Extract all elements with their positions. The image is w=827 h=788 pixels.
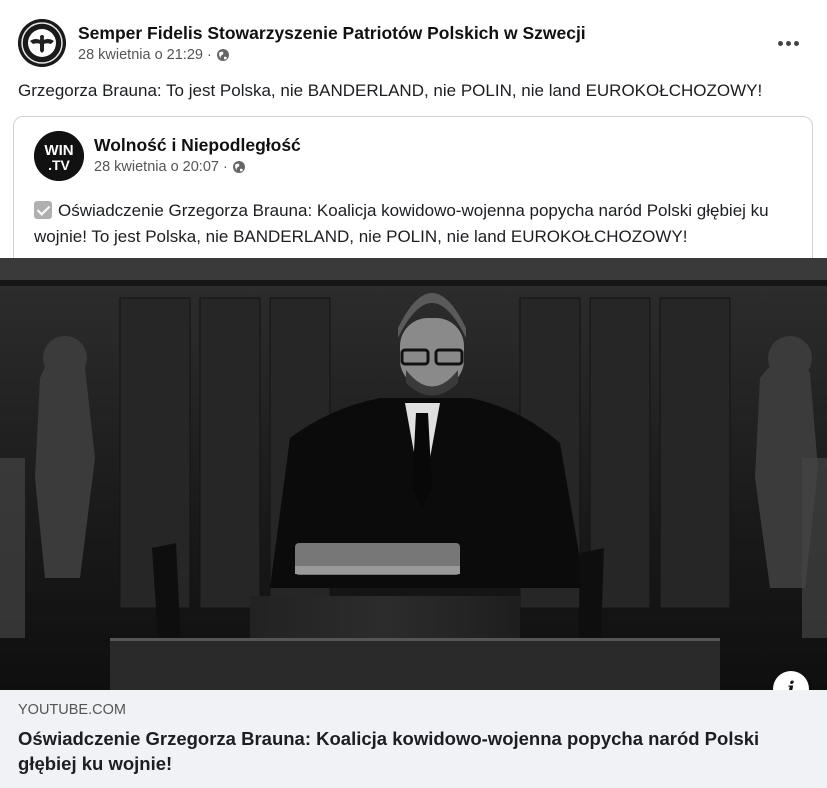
globe-icon — [232, 161, 245, 173]
post-meta: 28 kwietnia o 21:29 · — [78, 47, 230, 63]
meta-separator: · — [222, 159, 228, 175]
more-options-button[interactable] — [770, 31, 806, 55]
shared-post-timestamp[interactable]: 28 kwietnia o 20:07 — [94, 159, 219, 175]
shared-post-body: Oświadczenie Grzegorza Brauna: Koalicja … — [34, 201, 769, 246]
globe-icon — [216, 49, 229, 61]
link-domain: YOUTUBE.COM — [18, 702, 126, 718]
checkmark-box-icon — [34, 201, 52, 219]
shared-post-text: Oświadczenie Grzegorza Brauna: Koalicja … — [34, 198, 804, 250]
page-avatar[interactable] — [18, 19, 66, 67]
post-text: Grzegorza Brauna: To jest Polska, nie BA… — [18, 81, 763, 100]
link-preview-footer[interactable]: YOUTUBE.COM Oświadczenie Grzegorza Braun… — [0, 690, 827, 788]
eagle-emblem-icon — [18, 19, 66, 67]
post-header: Semper Fidelis Stowarzyszenie Patriotów … — [18, 19, 808, 69]
facebook-post-card: Semper Fidelis Stowarzyszenie Patriotów … — [0, 0, 827, 788]
more-dot — [785, 40, 791, 46]
video-thumbnail[interactable] — [0, 258, 827, 690]
shared-page-avatar[interactable]: WIN .TV — [34, 131, 84, 181]
win-tv-logo-icon: WIN .TV — [34, 131, 84, 181]
more-dot — [777, 40, 783, 46]
video-thumbnail-image — [0, 258, 827, 690]
page-name[interactable]: Semper Fidelis Stowarzyszenie Patriotów … — [78, 23, 586, 44]
link-title[interactable]: Oświadczenie Grzegorza Brauna: Koalicja … — [18, 726, 798, 776]
meta-separator: · — [206, 47, 212, 63]
avatar-text-bottom: .TV — [48, 157, 70, 173]
post-timestamp[interactable]: 28 kwietnia o 21:29 — [78, 47, 203, 63]
more-dot — [793, 40, 799, 46]
shared-page-name[interactable]: Wolność i Niepodległość — [94, 135, 301, 156]
shared-post-meta: 28 kwietnia o 20:07 · — [94, 159, 246, 175]
